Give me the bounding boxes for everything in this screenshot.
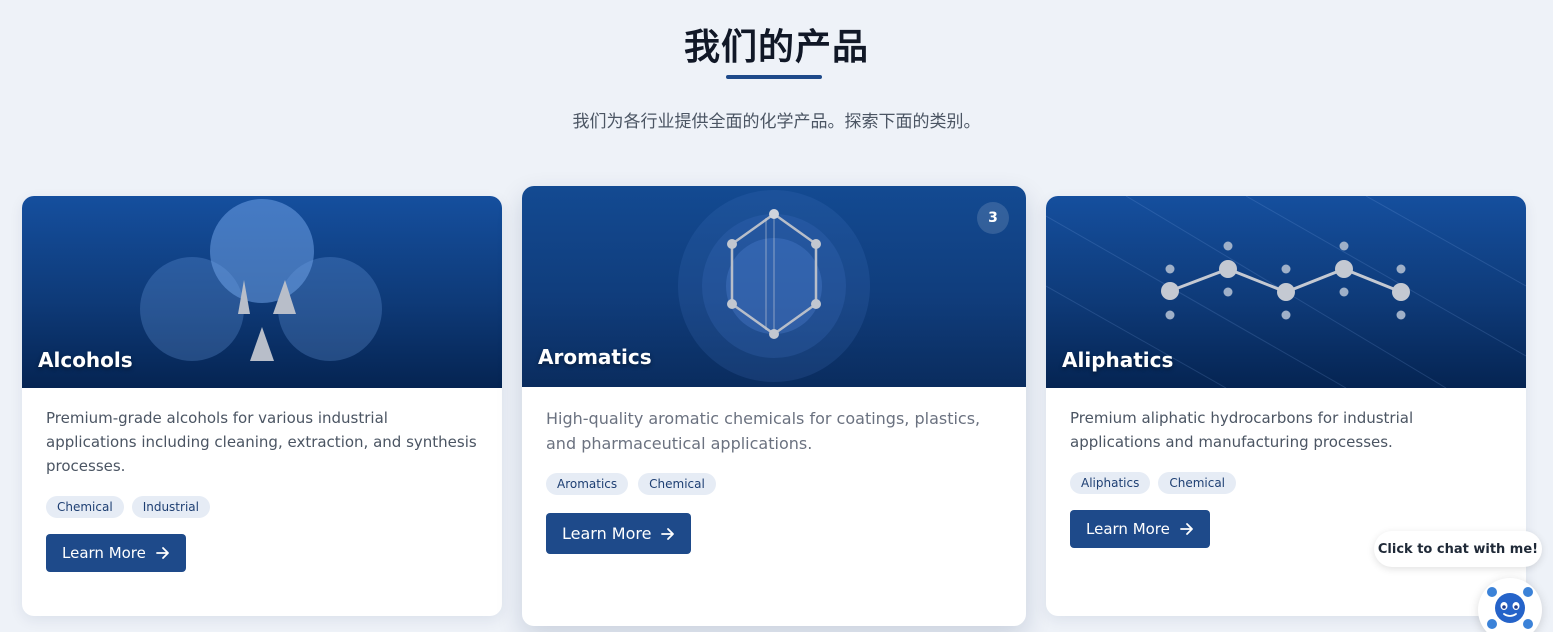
arrow-right-icon — [1179, 523, 1193, 535]
card-image: Alcohols — [22, 196, 502, 388]
arrow-right-icon — [661, 527, 675, 540]
product-card-alcohols[interactable]: Alcohols Premium-grade alcohols for vari… — [22, 196, 502, 616]
title-underline — [726, 75, 822, 79]
card-image: 3 Aromatics — [522, 186, 1026, 387]
arrow-right-icon — [155, 547, 169, 559]
card-title: Aromatics — [538, 345, 652, 369]
card-description: Premium-grade alcohols for various indus… — [46, 409, 477, 475]
tag-aliphatics: Aliphatics — [1070, 472, 1151, 494]
section-title: 我们的产品 — [683, 27, 869, 68]
chat-launcher-button[interactable] — [1478, 578, 1542, 632]
chat-prompt-label: Click to chat with me! — [1377, 541, 1539, 557]
tag-aromatics: Aromatics — [546, 473, 629, 495]
learn-more-button[interactable]: Learn More — [46, 534, 186, 572]
button-label: Learn More — [562, 524, 652, 543]
card-image: Aliphatics — [1046, 196, 1526, 388]
card-title: Alcohols — [38, 348, 133, 372]
tag-industrial: Industrial — [131, 496, 210, 518]
learn-more-button[interactable]: Learn More — [546, 513, 692, 554]
chat-prompt-bubble[interactable]: Click to chat with me! — [1374, 531, 1542, 567]
product-card-aromatics[interactable]: 3 Aromatics High-quality aromatic chemic… — [522, 186, 1026, 626]
tag-chemical: Chemical — [46, 496, 124, 518]
item-count-badge: 3 — [977, 202, 1009, 234]
tag-chemical: Chemical — [638, 473, 716, 495]
card-description: Premium aliphatic hydrocarbons for indus… — [1070, 409, 1414, 451]
robot-icon — [1487, 587, 1533, 629]
tag-chemical: Chemical — [1158, 472, 1237, 494]
button-label: Learn More — [1086, 520, 1170, 538]
card-description: High-quality aromatic chemicals for coat… — [546, 409, 981, 453]
card-title: Aliphatics — [1062, 348, 1174, 372]
section-subtitle: 我们为各行业提供全面的化学产品。探索下面的类别。 — [572, 112, 981, 132]
learn-more-button[interactable]: Learn More — [1070, 510, 1210, 548]
button-label: Learn More — [62, 544, 146, 562]
